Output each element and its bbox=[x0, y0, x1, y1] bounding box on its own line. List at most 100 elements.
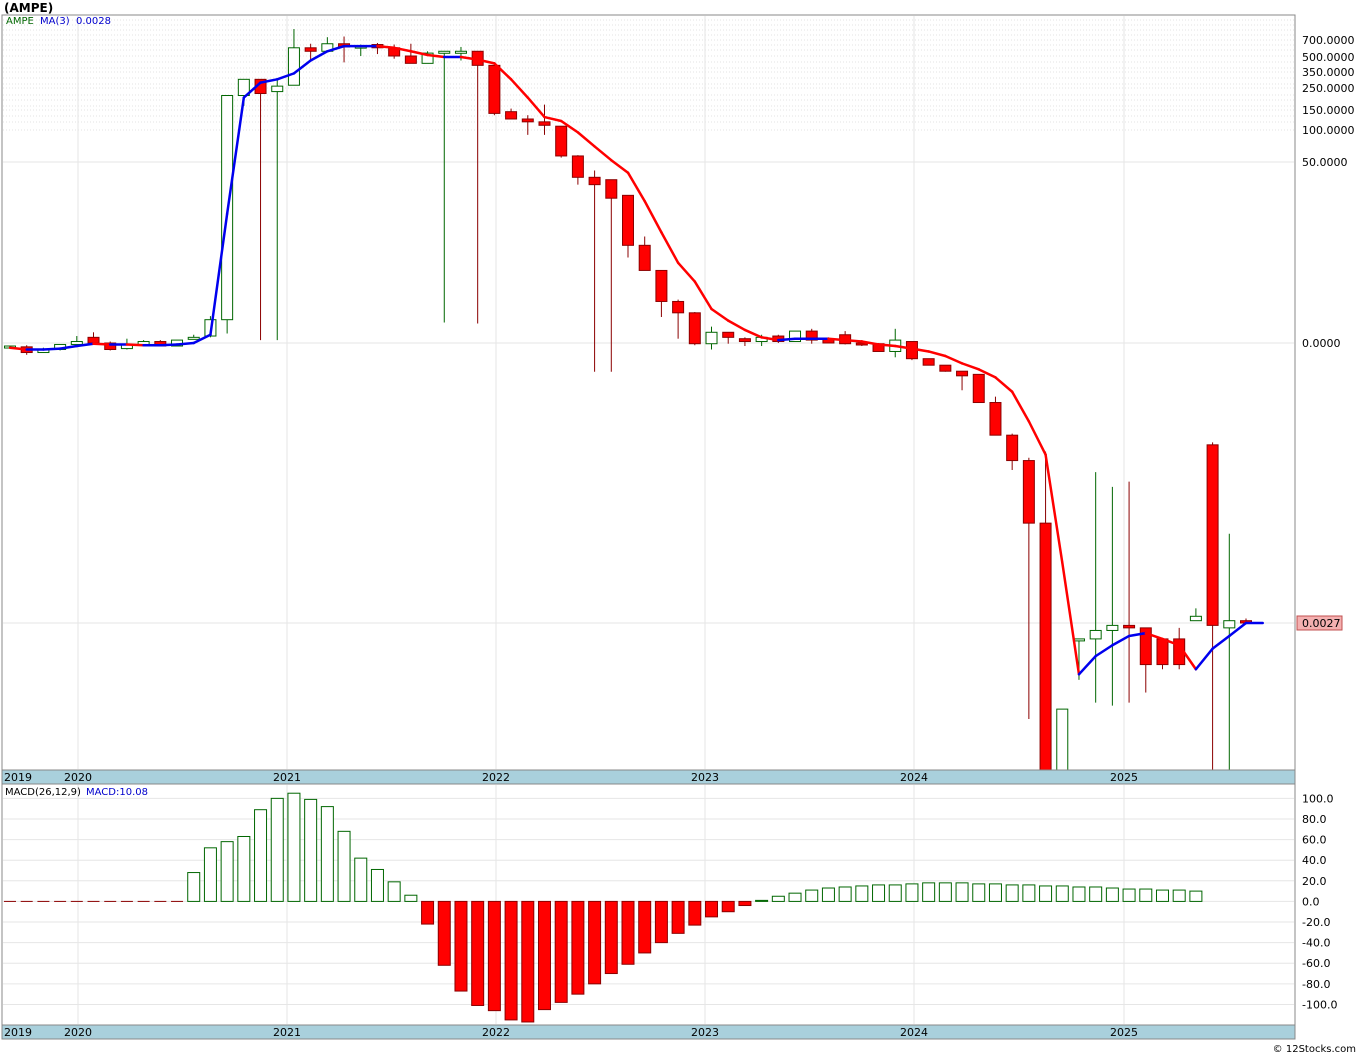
macd-bar bbox=[771, 895, 785, 902]
ma-segment bbox=[877, 343, 897, 348]
macd-bar bbox=[888, 884, 902, 902]
candle-body bbox=[922, 358, 935, 366]
candle-body bbox=[1156, 638, 1169, 666]
candle-body bbox=[555, 125, 568, 157]
macd-bar bbox=[521, 900, 535, 1023]
candle-body bbox=[571, 155, 584, 178]
macd-bar bbox=[688, 900, 702, 926]
ma-segment bbox=[843, 338, 864, 343]
candle-body bbox=[722, 331, 735, 338]
candle-body bbox=[438, 50, 451, 54]
candle-body bbox=[1089, 629, 1102, 640]
x-tick-label: 2024 bbox=[900, 1026, 928, 1039]
macd-bar bbox=[938, 882, 952, 902]
ma-segment bbox=[376, 44, 396, 50]
x-tick-label: 2022 bbox=[482, 1026, 510, 1039]
candle-body bbox=[454, 50, 467, 54]
macd-bar bbox=[805, 889, 819, 902]
price-panel bbox=[1, 14, 1296, 771]
macd-bar bbox=[187, 872, 201, 902]
ma-segment bbox=[92, 342, 112, 346]
macd-bar bbox=[1039, 885, 1053, 902]
x-tick-label: 2025 bbox=[1110, 771, 1138, 784]
macd-tick-label: 80.0 bbox=[1302, 813, 1327, 826]
macd-bar bbox=[320, 806, 334, 902]
watermark: © 12Stocks.com bbox=[1273, 1044, 1356, 1055]
macd-bar bbox=[1172, 889, 1186, 902]
macd-value-label: MACD:10.08 bbox=[86, 787, 148, 798]
macd-bar bbox=[370, 868, 384, 902]
candle-body bbox=[622, 194, 634, 246]
price-tick-label: 350.0000 bbox=[1302, 66, 1355, 79]
legend-ma-value: 0.0028 bbox=[76, 16, 111, 27]
macd-tick-label: 0.0 bbox=[1302, 895, 1320, 908]
ma-segment bbox=[159, 343, 179, 347]
candle-body bbox=[287, 47, 300, 86]
macd-bar bbox=[1022, 884, 1036, 902]
macd-bar bbox=[972, 883, 986, 902]
macd-tick-label: -80.0 bbox=[1302, 978, 1330, 991]
last-price-badge-label: 0.0027 bbox=[1302, 617, 1341, 630]
macd-bar bbox=[287, 792, 301, 902]
macd-bar bbox=[755, 899, 769, 902]
x-tick-label: 2019 bbox=[4, 1026, 32, 1039]
macd-tick-label: -100.0 bbox=[1302, 998, 1337, 1011]
macd-bar bbox=[988, 883, 1002, 902]
price-tick-label: 0.0000 bbox=[1302, 337, 1341, 350]
ma-segment bbox=[777, 337, 797, 342]
candle-body bbox=[271, 85, 284, 93]
x-tick-label: 2022 bbox=[482, 771, 510, 784]
macd-bar bbox=[621, 900, 635, 965]
macd-bar bbox=[304, 798, 318, 902]
candle-body bbox=[87, 336, 100, 344]
macd-bar bbox=[671, 900, 685, 934]
candle-body bbox=[1223, 620, 1236, 629]
candle-body bbox=[70, 341, 83, 345]
candle-body bbox=[989, 402, 1002, 436]
x-tick-label: 2023 bbox=[691, 1026, 719, 1039]
macd-tick-label: 60.0 bbox=[1302, 834, 1327, 847]
macd-bar bbox=[487, 900, 501, 1012]
x-tick-label: 2021 bbox=[273, 771, 301, 784]
candle-body bbox=[605, 179, 618, 199]
macd-tick-label: 40.0 bbox=[1302, 854, 1327, 867]
macd-bar bbox=[220, 841, 234, 902]
macd-bar bbox=[705, 900, 719, 918]
candle-body bbox=[538, 121, 551, 126]
candle-body bbox=[1123, 624, 1136, 629]
candle-body bbox=[1106, 624, 1119, 631]
macd-bar bbox=[1189, 890, 1203, 902]
macd-bar bbox=[955, 882, 969, 902]
candle-body bbox=[187, 336, 200, 340]
macd-bar bbox=[421, 900, 435, 925]
macd-bar bbox=[404, 894, 418, 902]
macd-bar bbox=[821, 887, 835, 902]
candle-body bbox=[672, 300, 685, 314]
x-tick-label: 2020 bbox=[64, 1026, 92, 1039]
x-tick-label: 2025 bbox=[1110, 1026, 1138, 1039]
macd-bar bbox=[571, 900, 585, 995]
macd-bar bbox=[554, 900, 568, 1003]
x-tick-label: 2019 bbox=[4, 771, 32, 784]
price-tick-label: 100.0000 bbox=[1302, 124, 1355, 137]
macd-bar bbox=[354, 857, 368, 902]
price-tick-label: 50.0000 bbox=[1302, 156, 1348, 169]
candle-body bbox=[505, 111, 518, 120]
macd-bar bbox=[203, 847, 217, 902]
x-tick-label: 2021 bbox=[273, 1026, 301, 1039]
macd-tick-label: 20.0 bbox=[1302, 875, 1327, 888]
macd-bar bbox=[471, 900, 485, 1006]
macd-tick-label: 100.0 bbox=[1302, 792, 1334, 805]
macd-bar bbox=[1105, 887, 1119, 902]
chart-title: (AMPE) bbox=[4, 1, 53, 15]
macd-bar bbox=[504, 900, 518, 1021]
candle-body bbox=[588, 176, 601, 186]
macd-x-axis-band bbox=[1, 1024, 1296, 1040]
candle-body bbox=[404, 55, 417, 64]
macd-label: MACD(26,12,9) bbox=[5, 787, 81, 798]
macd-bar bbox=[922, 882, 936, 902]
macd-bar bbox=[537, 900, 551, 1011]
macd-bar bbox=[905, 883, 919, 902]
price-x-axis-band bbox=[1, 769, 1296, 785]
candle-body bbox=[972, 373, 985, 404]
